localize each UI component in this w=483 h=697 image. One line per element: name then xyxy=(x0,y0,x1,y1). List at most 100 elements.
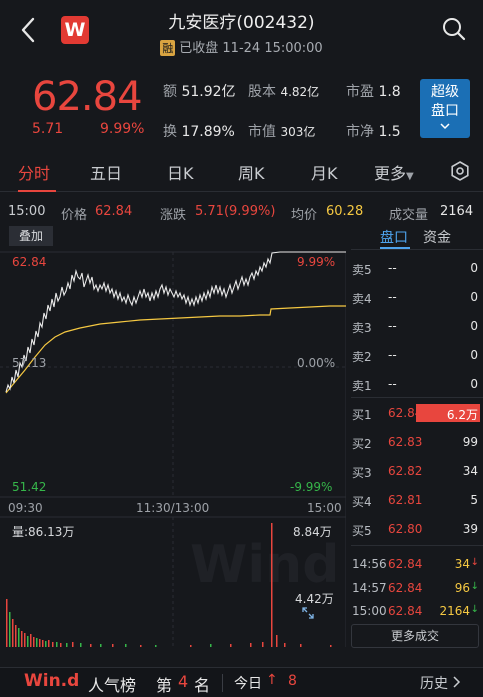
pe-label: 市盈 xyxy=(346,84,374,100)
intraday-chart-svg: Wind xyxy=(0,251,347,647)
axis-mid-pct: 0.00% xyxy=(297,356,336,370)
time-start: 09:30 xyxy=(8,501,43,515)
pe-stat: 市盈 1.8 xyxy=(346,81,401,101)
wind-brand: Win.d xyxy=(24,671,80,691)
axis-top-price: 62.84 xyxy=(12,255,47,269)
ask-price: -- xyxy=(388,348,397,362)
bid-row[interactable]: 买4 62.81 5 xyxy=(352,490,480,510)
today-label: 今日 xyxy=(234,676,262,692)
ask-label: 卖1 xyxy=(352,379,372,393)
time-end: 15:00 xyxy=(307,501,342,515)
bid-price: 62.80 xyxy=(388,522,423,536)
settings-icon[interactable] xyxy=(450,161,470,185)
orderbook-tabs: 盘口 资金 xyxy=(351,226,483,249)
trade-price: 62.84 xyxy=(388,604,423,618)
ask-volume: 0 xyxy=(470,290,478,304)
expand-icon[interactable] xyxy=(300,605,316,624)
popularity-label: 人气榜 xyxy=(88,676,137,695)
ask-volume: 0 xyxy=(470,319,478,333)
bid-price: 62.82 xyxy=(388,464,423,478)
bid-row[interactable]: 买3 62.82 34 xyxy=(352,461,480,481)
popularity-footer[interactable]: Win.d 人气榜 第 4 名 今日 ↑ 8 历史 xyxy=(0,667,483,697)
up-arrow-icon: ↑ xyxy=(266,672,278,688)
ask-row[interactable]: 卖1 -- 0 xyxy=(352,374,480,394)
ask-label: 卖4 xyxy=(352,292,372,306)
bid-volume: 6.2万 xyxy=(446,408,478,422)
history-link[interactable]: 历史 xyxy=(420,673,448,693)
tab-funds[interactable]: 资金 xyxy=(423,227,451,247)
amount-stat: 额 51.92亿 xyxy=(163,81,236,101)
info-avg-label: 均价 xyxy=(291,208,318,223)
ask-label: 卖3 xyxy=(352,321,372,335)
ask-volume: 0 xyxy=(470,261,478,275)
super-button-line2: 盘口 xyxy=(431,103,459,119)
footer-divider xyxy=(222,674,223,692)
info-row: 15:00 价格 62.84 涨跌 5.71(9.99%) 均价 60.28 成… xyxy=(0,201,483,223)
tab-five-day[interactable]: 五日 xyxy=(90,160,122,184)
chart-tabs: 分时 五日 日K 周K 月K 更多▼ xyxy=(0,152,483,192)
pb-label: 市净 xyxy=(346,124,374,140)
amount-value: 51.92亿 xyxy=(181,84,236,100)
header: W 九安医疗(002432) 融已收盘 11-24 15:00:00 xyxy=(0,0,483,62)
equity-value: 4.82亿 xyxy=(280,85,320,99)
tab-intraday[interactable]: 分时 xyxy=(18,160,50,184)
axis-mid-price: 57.13 xyxy=(12,356,47,370)
info-vol-label: 成交量 xyxy=(389,208,429,223)
volume-max: 8.84万 xyxy=(293,525,332,539)
mktcap-stat: 市值 303亿 xyxy=(248,121,315,141)
ask-row[interactable]: 卖5 -- 0 xyxy=(352,258,480,278)
trade-volume: 2164 xyxy=(439,604,470,618)
pb-stat: 市净 1.5 xyxy=(346,121,401,141)
market-status: 融已收盘 11-24 15:00:00 xyxy=(0,37,483,56)
ask-label: 卖5 xyxy=(352,263,372,277)
axis-top-pct: 9.99% xyxy=(297,255,336,269)
info-price: 62.84 xyxy=(95,204,133,219)
bid-price: 62.81 xyxy=(388,493,423,507)
ask-price: -- xyxy=(388,319,397,333)
ask-label: 卖2 xyxy=(352,350,372,364)
bid-price: 62.84 xyxy=(388,406,423,420)
trade-price: 62.84 xyxy=(388,581,423,595)
ask-price: -- xyxy=(388,290,397,304)
equity-stat: 股本 4.82亿 xyxy=(248,81,319,101)
info-chg-label: 涨跌 xyxy=(160,208,187,223)
trade-time: 14:57 xyxy=(352,581,387,595)
bid-volume: 39 xyxy=(462,522,478,536)
mktcap-label: 市值 xyxy=(248,124,276,140)
trade-time: 14:56 xyxy=(352,557,387,571)
tab-weekly-k[interactable]: 周K xyxy=(238,160,265,184)
ask-price: -- xyxy=(388,261,397,275)
bid-row[interactable]: 买1 62.84 6.2万 xyxy=(352,403,480,423)
search-icon[interactable] xyxy=(441,16,467,42)
volume-label: 量:86.13万 xyxy=(12,525,75,539)
bid-row[interactable]: 买5 62.80 39 xyxy=(352,519,480,539)
super-orderbook-button[interactable]: 超级 盘口 xyxy=(420,79,470,138)
more-trades-button[interactable]: 更多成交 xyxy=(351,624,479,648)
ask-volume: 0 xyxy=(470,348,478,362)
time-mid: 11:30/13:00 xyxy=(136,501,210,515)
price-line xyxy=(5,251,346,393)
amount-label: 额 xyxy=(163,84,177,100)
tab-more[interactable]: 更多▼ xyxy=(374,160,414,184)
ask-row[interactable]: 卖3 -- 0 xyxy=(352,316,480,336)
trades-divider xyxy=(351,545,483,546)
turnover-label: 换 xyxy=(163,124,177,140)
ask-row[interactable]: 卖4 -- 0 xyxy=(352,287,480,307)
bid-volume: 34 xyxy=(462,464,478,478)
intraday-chart[interactable]: Wind xyxy=(0,227,347,647)
tab-orderbook[interactable]: 盘口 xyxy=(380,227,408,247)
ask-row[interactable]: 卖2 -- 0 xyxy=(352,345,480,365)
axis-bot-price: 51.42 xyxy=(12,480,47,494)
rank-value: 4 xyxy=(178,672,189,691)
info-avg: 60.28 xyxy=(326,204,364,219)
trade-row: 14:56 62.84 34 ↓ xyxy=(352,554,480,574)
tab-daily-k[interactable]: 日K xyxy=(167,160,194,184)
turnover-stat: 换 17.89% xyxy=(163,121,235,141)
chevron-down-icon xyxy=(420,121,470,131)
equity-label: 股本 xyxy=(248,84,276,100)
tab-monthly-k[interactable]: 月K xyxy=(311,160,338,184)
bid-row[interactable]: 买2 62.83 99 xyxy=(352,432,480,452)
overlay-button[interactable]: 叠加 xyxy=(9,226,53,246)
info-chg: 5.71(9.99%) xyxy=(195,204,276,219)
bid-volume: 5 xyxy=(470,493,478,507)
